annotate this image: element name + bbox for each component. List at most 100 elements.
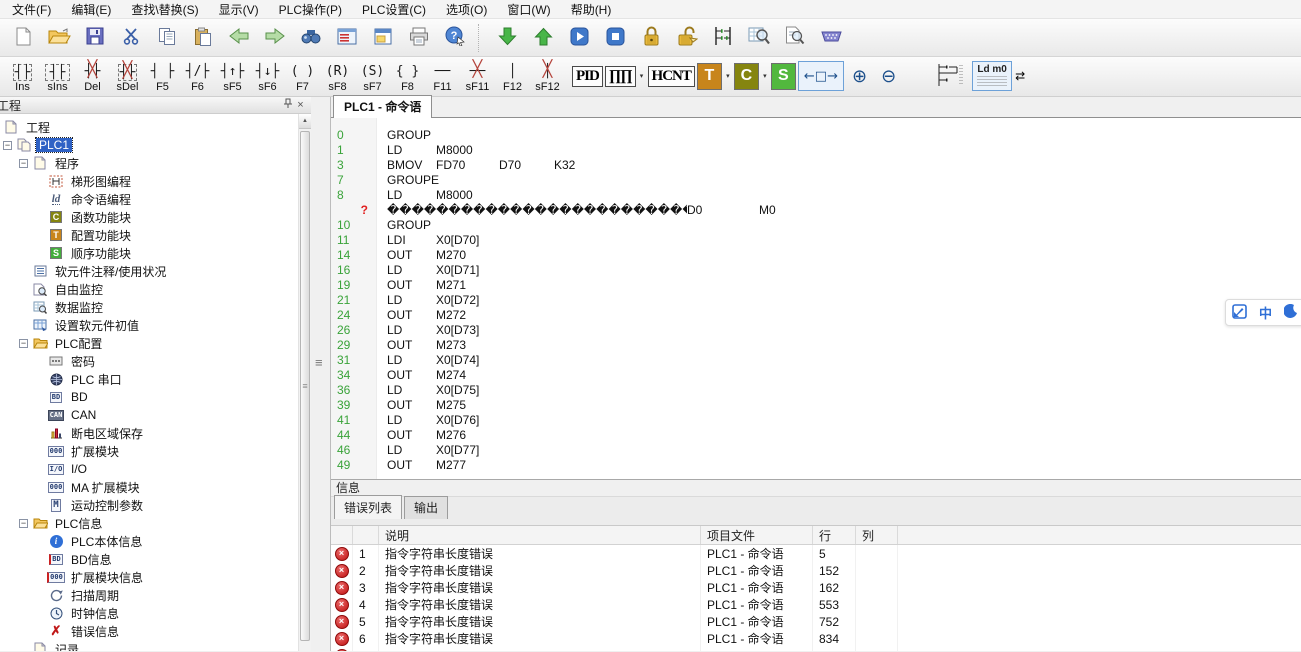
error-row[interactable]: ×6指令字符串长度错误PLC1 - 命令语834 (331, 630, 1301, 647)
code-line[interactable]: 21LDX0[D72] (331, 292, 1301, 307)
pid-button[interactable]: PID (572, 66, 603, 87)
sequence-block-button[interactable]: S (771, 63, 796, 90)
tree-item-ma-ext-module[interactable]: 000MA 扩展模块 (0, 478, 311, 496)
ladder-config-button[interactable] (705, 21, 741, 55)
tree-item-plc-body-info[interactable]: iPLC本体信息 (0, 532, 311, 550)
set-coil-button[interactable]: (S)sF7 (355, 63, 390, 94)
print-button[interactable] (401, 21, 437, 55)
tab-output[interactable]: 输出 (404, 496, 448, 519)
code-line[interactable]: 11LDIX0[D70] (331, 232, 1301, 247)
header-description[interactable]: 说明 (379, 526, 701, 544)
tree-item-plc-config[interactable]: −PLC配置 (0, 334, 311, 352)
code-line[interactable]: 19OUTM271 (331, 277, 1301, 292)
vertical-line-button[interactable]: │F12 (495, 63, 530, 94)
panel-splitter[interactable]: ≡ (311, 97, 331, 651)
error-row[interactable]: ×1指令字符串长度错误PLC1 - 命令语5 (331, 545, 1301, 562)
rising-pulse-button[interactable]: ┤↑├sF5 (215, 63, 250, 94)
code-line[interactable]: 49OUTM277 (331, 457, 1301, 472)
tree-item-program[interactable]: −程序 (0, 154, 311, 172)
code-line[interactable]: 29OUTM273 (331, 337, 1301, 352)
delete-horizontal-line-button[interactable]: ──╳sF11 (460, 63, 495, 94)
tree-item-free-monitor[interactable]: 自由监控 (0, 280, 311, 298)
pulse-button[interactable]: ∏∏ (605, 66, 636, 87)
timer-block-dropdown[interactable]: ▾ (723, 63, 733, 90)
upload-program-button[interactable] (525, 21, 561, 55)
error-row[interactable]: × (331, 647, 1301, 651)
header-project-file[interactable]: 项目文件 (701, 526, 813, 544)
instruction-view-button[interactable]: Ld m0 (972, 61, 1012, 91)
closed-contact-button[interactable]: ┤/├F6 (180, 63, 215, 94)
navigate-forward-button[interactable] (257, 21, 293, 55)
download-program-button[interactable] (489, 21, 525, 55)
data-monitor-find-button[interactable] (741, 21, 777, 55)
tree-scrollbar[interactable]: ▲ ≡ (298, 114, 311, 651)
code-line[interactable]: 36LDX0[D75] (331, 382, 1301, 397)
help-button[interactable]: ? (437, 21, 473, 55)
new-file-button[interactable] (5, 21, 41, 55)
tree-item-project-root[interactable]: 工程 (0, 118, 311, 136)
tree-item-device-init[interactable]: 设置软元件初值 (0, 316, 311, 334)
stop-plc-button[interactable] (597, 21, 633, 55)
tree-expander-icon[interactable]: − (19, 339, 28, 348)
tree-item-motion-params[interactable]: M运动控制参数 (0, 496, 311, 514)
zoom-in-button[interactable]: ⊕ (846, 61, 873, 91)
tab-error-list[interactable]: 错误列表 (334, 495, 402, 519)
convert-view-button[interactable]: ⇄ (1014, 68, 1026, 84)
tree-item-il-edit[interactable]: ld命令语编程 (0, 190, 311, 208)
code-line[interactable]: 8LDM8000 (331, 187, 1301, 202)
code-line[interactable]: 0GROUP (331, 127, 1301, 142)
hcnt-button[interactable]: HCNT (648, 66, 695, 87)
tree-item-io[interactable]: I/OI/O (0, 460, 311, 478)
counter-block-button[interactable]: C (734, 63, 759, 90)
open-contact-button[interactable]: ┤ ├F5 (145, 63, 180, 94)
s-insert-button[interactable]: ┤├sIns (40, 64, 75, 94)
menu-help[interactable]: 帮助(H) (561, 0, 622, 20)
code-line[interactable]: 7GROUPE (331, 172, 1301, 187)
tree-expander-icon[interactable]: − (3, 141, 12, 150)
lock-button[interactable] (633, 21, 669, 55)
ime-pen-icon[interactable] (1232, 304, 1247, 322)
tree-item-plc-info-folder[interactable]: −PLC信息 (0, 514, 311, 532)
code-line[interactable]: 46LDX0[D77] (331, 442, 1301, 457)
open-file-button[interactable] (41, 21, 77, 55)
tree-item-plc1[interactable]: −PLC1 (0, 136, 311, 154)
falling-pulse-button[interactable]: ┤↓├sF6 (250, 63, 285, 94)
menu-plc-settings[interactable]: PLC设置(C) (352, 0, 436, 20)
tab-plc1-instruction-list[interactable]: PLC1 - 命令语 (333, 95, 432, 118)
code-line[interactable]: 26LDX0[D73] (331, 322, 1301, 337)
code-line[interactable]: 16LDX0[D71] (331, 262, 1301, 277)
tree-item-ladder-edit[interactable]: 梯形图编程 (0, 172, 311, 190)
tree-item-sequence-block[interactable]: S顺序功能块 (0, 244, 311, 262)
tree-item-bd[interactable]: BDBD (0, 388, 311, 406)
tree-item-ext-module[interactable]: 000扩展模块 (0, 442, 311, 460)
menu-window[interactable]: 窗口(W) (497, 0, 560, 20)
tree-item-password[interactable]: 密码 (0, 352, 311, 370)
save-button[interactable] (77, 21, 113, 55)
error-row[interactable]: ×2指令字符串长度错误PLC1 - 命令语152 (331, 562, 1301, 579)
code-line[interactable]: 39OUTM275 (331, 397, 1301, 412)
tree-item-data-monitor[interactable]: 数据监控 (0, 298, 311, 316)
code-line[interactable]: 41LDX0[D76] (331, 412, 1301, 427)
reset-coil-button[interactable]: (R)sF8 (320, 63, 355, 94)
menu-options[interactable]: 选项(O) (436, 0, 497, 20)
output-coil-button[interactable]: ( )F7 (285, 63, 320, 94)
menu-plc-operate[interactable]: PLC操作(P) (269, 0, 352, 20)
tree-item-record[interactable]: 记录 (0, 640, 311, 651)
code-line[interactable]: 1LDM8000 (331, 142, 1301, 157)
menu-edit[interactable]: 编辑(E) (61, 0, 121, 20)
tree-item-can[interactable]: CANCAN (0, 406, 311, 424)
header-column[interactable]: 列 (856, 526, 898, 544)
find-button[interactable] (293, 21, 329, 55)
tree-item-function-block[interactable]: C函数功能块 (0, 208, 311, 226)
timer-block-button[interactable]: T (697, 63, 722, 90)
error-row[interactable]: ×5指令字符串长度错误PLC1 - 命令语752 (331, 613, 1301, 630)
code-line[interactable]: 10GROUP (331, 217, 1301, 232)
insert-button[interactable]: ┤├Ins (5, 64, 40, 94)
tree-item-ext-module-info[interactable]: 000扩展模块信息 (0, 568, 311, 586)
error-row[interactable]: ×4指令字符串长度错误PLC1 - 命令语553 (331, 596, 1301, 613)
pin-icon[interactable] (281, 98, 294, 113)
run-plc-button[interactable] (561, 21, 597, 55)
code-line[interactable]: 24OUTM272 (331, 307, 1301, 322)
zoom-out-button[interactable]: ⊖ (875, 61, 902, 91)
instruction-list-editor[interactable]: 0GROUP1LDM80003BMOVFD70D70K327GROUPE8LDM… (331, 118, 1301, 479)
